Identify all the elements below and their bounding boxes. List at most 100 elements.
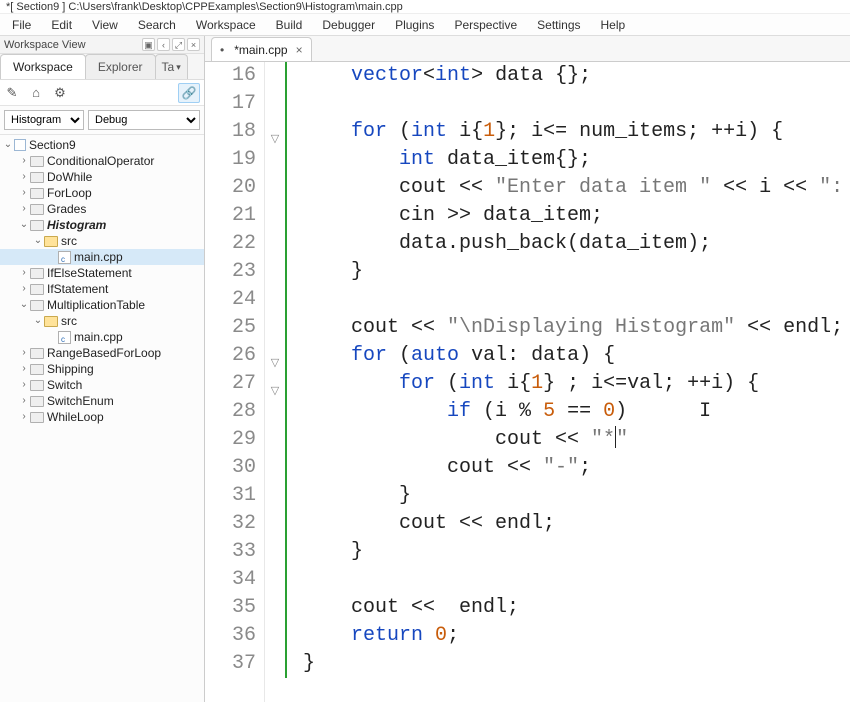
folder-icon bbox=[30, 380, 44, 391]
folder-icon bbox=[44, 236, 58, 247]
code-line[interactable]: return 0; bbox=[303, 622, 850, 650]
menu-search[interactable]: Search bbox=[130, 16, 184, 34]
workspace-toolbar: ✎ ⌂ ⚙ 🔗 bbox=[0, 80, 204, 106]
tab-modified-icon: • bbox=[220, 43, 224, 57]
code-content[interactable]: vector<int> data {}; for (int i{1}; i<= … bbox=[287, 62, 850, 702]
code-line[interactable]: for (int i{1} ; i<=val; ++i) { bbox=[303, 370, 850, 398]
workspace-view-header: Workspace View ▣ ‹ ⤢ × bbox=[0, 36, 204, 54]
menu-settings[interactable]: Settings bbox=[529, 16, 588, 34]
tab-more[interactable]: Ta ▾ bbox=[155, 54, 188, 79]
tree-item-switch[interactable]: ›Switch bbox=[0, 377, 204, 393]
code-line[interactable]: cout << "*" bbox=[303, 426, 850, 454]
code-line[interactable]: if (i % 5 == 0) I bbox=[303, 398, 850, 426]
tree-item-shipping[interactable]: ›Shipping bbox=[0, 361, 204, 377]
project-tree[interactable]: ⌄Section9›ConditionalOperator›DoWhile›Fo… bbox=[0, 135, 204, 702]
config-select[interactable]: Debug bbox=[88, 110, 200, 130]
code-line[interactable]: vector<int> data {}; bbox=[303, 62, 850, 90]
tree-item-src[interactable]: ⌄src bbox=[0, 313, 204, 329]
menu-plugins[interactable]: Plugins bbox=[387, 16, 442, 34]
line-number: 26 bbox=[205, 342, 256, 370]
menu-file[interactable]: File bbox=[4, 16, 39, 34]
code-line[interactable]: for (int i{1}; i<= num_items; ++i) { bbox=[303, 118, 850, 146]
code-line[interactable]: data.push_back(data_item); bbox=[303, 230, 850, 258]
menu-edit[interactable]: Edit bbox=[43, 16, 80, 34]
cursor-icon[interactable]: ✎ bbox=[4, 85, 20, 101]
line-number: 29 bbox=[205, 426, 256, 454]
line-number: 19 bbox=[205, 146, 256, 174]
code-line[interactable] bbox=[303, 566, 850, 594]
editor-tab-label: *main.cpp bbox=[234, 43, 287, 57]
menu-view[interactable]: View bbox=[84, 16, 126, 34]
code-editor[interactable]: 1617181920212223242526272829303132333435… bbox=[205, 62, 850, 702]
workspace-sidebar: Workspace View ▣ ‹ ⤢ × Workspace Explore… bbox=[0, 36, 205, 702]
menu-build[interactable]: Build bbox=[268, 16, 311, 34]
panel-chevron-icon[interactable]: ‹ bbox=[157, 38, 170, 51]
tab-explorer[interactable]: Explorer bbox=[85, 54, 156, 79]
workspace-view-label: Workspace View bbox=[4, 39, 86, 51]
fold-column[interactable]: ▽▽▽ bbox=[265, 62, 287, 678]
tree-item-switchenum[interactable]: ›SwitchEnum bbox=[0, 393, 204, 409]
code-line[interactable]: cout << endl; bbox=[303, 594, 850, 622]
tab-workspace[interactable]: Workspace bbox=[0, 54, 86, 79]
code-line[interactable]: cout << "-"; bbox=[303, 454, 850, 482]
tree-root[interactable]: ⌄Section9 bbox=[0, 137, 204, 153]
tree-item-dowhile[interactable]: ›DoWhile bbox=[0, 169, 204, 185]
close-icon[interactable]: × bbox=[296, 43, 303, 57]
line-number: 35 bbox=[205, 594, 256, 622]
tree-item-ifelsestatement[interactable]: ›IfElseStatement bbox=[0, 265, 204, 281]
tree-item-conditionaloperator[interactable]: ›ConditionalOperator bbox=[0, 153, 204, 169]
code-line[interactable]: } bbox=[303, 258, 850, 286]
tree-item-histogram[interactable]: ⌄Histogram bbox=[0, 217, 204, 233]
code-line[interactable]: int data_item{}; bbox=[303, 146, 850, 174]
fold-toggle-icon[interactable]: ▽ bbox=[268, 350, 282, 378]
menu-workspace[interactable]: Workspace bbox=[188, 16, 264, 34]
project-select[interactable]: Histogram bbox=[4, 110, 84, 130]
tree-item-forloop[interactable]: ›ForLoop bbox=[0, 185, 204, 201]
menu-help[interactable]: Help bbox=[593, 16, 634, 34]
tree-item-ifstatement[interactable]: ›IfStatement bbox=[0, 281, 204, 297]
panel-close-icon[interactable]: × bbox=[187, 38, 200, 51]
gear-icon[interactable]: ⚙ bbox=[52, 85, 68, 101]
tree-item-main-cpp[interactable]: main.cpp bbox=[0, 329, 204, 345]
fold-toggle-icon[interactable]: ▽ bbox=[268, 378, 282, 406]
link-icon[interactable]: 🔗 bbox=[178, 83, 200, 103]
home-icon[interactable]: ⌂ bbox=[28, 85, 44, 101]
panel-expand-icon[interactable]: ⤢ bbox=[172, 38, 185, 51]
code-line[interactable] bbox=[303, 286, 850, 314]
code-line[interactable]: cin >> data_item; bbox=[303, 202, 850, 230]
panel-float-icon[interactable]: ▣ bbox=[142, 38, 155, 51]
line-number: 16 bbox=[205, 62, 256, 90]
code-line[interactable]: } bbox=[303, 650, 850, 678]
line-number: 27 bbox=[205, 370, 256, 398]
code-line[interactable]: for (auto val: data) { bbox=[303, 342, 850, 370]
fold-toggle-icon[interactable]: ▽ bbox=[268, 126, 282, 154]
workspace-tabs: Workspace Explorer Ta ▾ bbox=[0, 54, 204, 80]
folder-icon bbox=[30, 204, 44, 215]
editor-tab-main[interactable]: • *main.cpp × bbox=[211, 37, 312, 61]
folder-icon bbox=[30, 172, 44, 183]
line-number: 36 bbox=[205, 622, 256, 650]
code-line[interactable]: } bbox=[303, 482, 850, 510]
folder-icon bbox=[30, 348, 44, 359]
line-number: 18 bbox=[205, 118, 256, 146]
code-line[interactable]: cout << "Enter data item " << i << ": "; bbox=[303, 174, 850, 202]
menu-perspective[interactable]: Perspective bbox=[446, 16, 525, 34]
code-line[interactable]: cout << endl; bbox=[303, 510, 850, 538]
tree-item-rangebasedforloop[interactable]: ›RangeBasedForLoop bbox=[0, 345, 204, 361]
chevron-down-icon: ▾ bbox=[176, 62, 181, 73]
folder-icon bbox=[30, 364, 44, 375]
line-number: 24 bbox=[205, 286, 256, 314]
code-line[interactable] bbox=[303, 90, 850, 118]
tree-item-grades[interactable]: ›Grades bbox=[0, 201, 204, 217]
code-line[interactable]: cout << "\nDisplaying Histogram" << endl… bbox=[303, 314, 850, 342]
line-number: 31 bbox=[205, 482, 256, 510]
menu-bar: FileEditViewSearchWorkspaceBuildDebugger… bbox=[0, 14, 850, 36]
line-number: 17 bbox=[205, 90, 256, 118]
tree-item-multiplicationtable[interactable]: ⌄MultiplicationTable bbox=[0, 297, 204, 313]
menu-debugger[interactable]: Debugger bbox=[314, 16, 383, 34]
tree-item-main-cpp[interactable]: main.cpp bbox=[0, 249, 204, 265]
editor-tabs: • *main.cpp × bbox=[205, 36, 850, 62]
code-line[interactable]: } bbox=[303, 538, 850, 566]
tree-item-src[interactable]: ⌄src bbox=[0, 233, 204, 249]
tree-item-whileloop[interactable]: ›WhileLoop bbox=[0, 409, 204, 425]
